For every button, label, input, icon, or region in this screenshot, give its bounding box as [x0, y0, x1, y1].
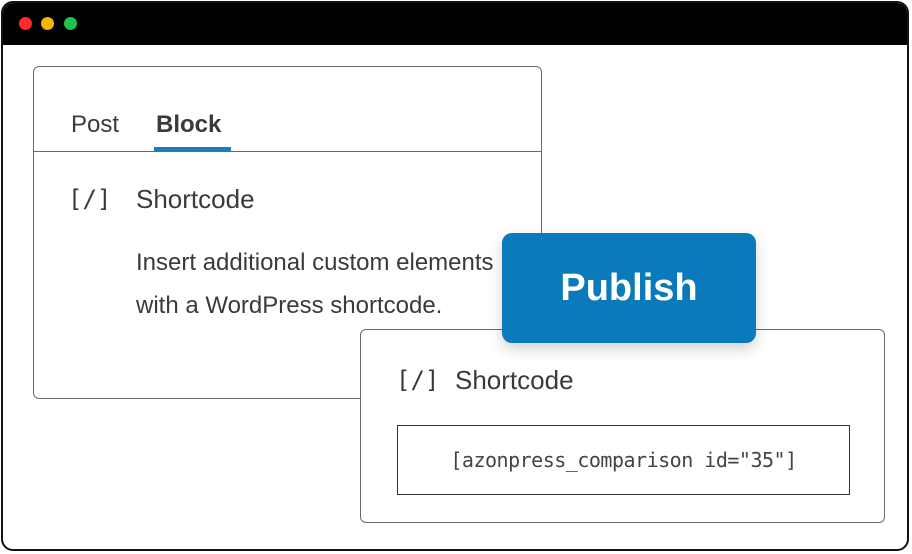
shortcode-icon: [/] — [68, 185, 112, 213]
block-description: Insert additional custom elements with a… — [136, 249, 494, 319]
tab-post[interactable]: Post — [71, 111, 119, 139]
settings-tabs: Post Block — [34, 67, 541, 152]
block-title: Shortcode — [136, 184, 255, 214]
window-titlebar — [3, 3, 907, 45]
close-window-icon[interactable] — [19, 17, 32, 30]
shortcode-icon: [/] — [396, 366, 440, 394]
shortcode-block[interactable]: [/] Shortcode [azonpress_comparison id="… — [360, 329, 885, 523]
shortcode-input[interactable]: [azonpress_comparison id="35"] — [397, 425, 850, 495]
shortcode-block-title: Shortcode — [455, 365, 574, 395]
minimize-window-icon[interactable] — [41, 17, 54, 30]
tab-block[interactable]: Block — [156, 111, 221, 139]
active-tab-indicator — [154, 147, 231, 151]
publish-button[interactable]: Publish — [502, 233, 756, 343]
maximize-window-icon[interactable] — [64, 17, 77, 30]
